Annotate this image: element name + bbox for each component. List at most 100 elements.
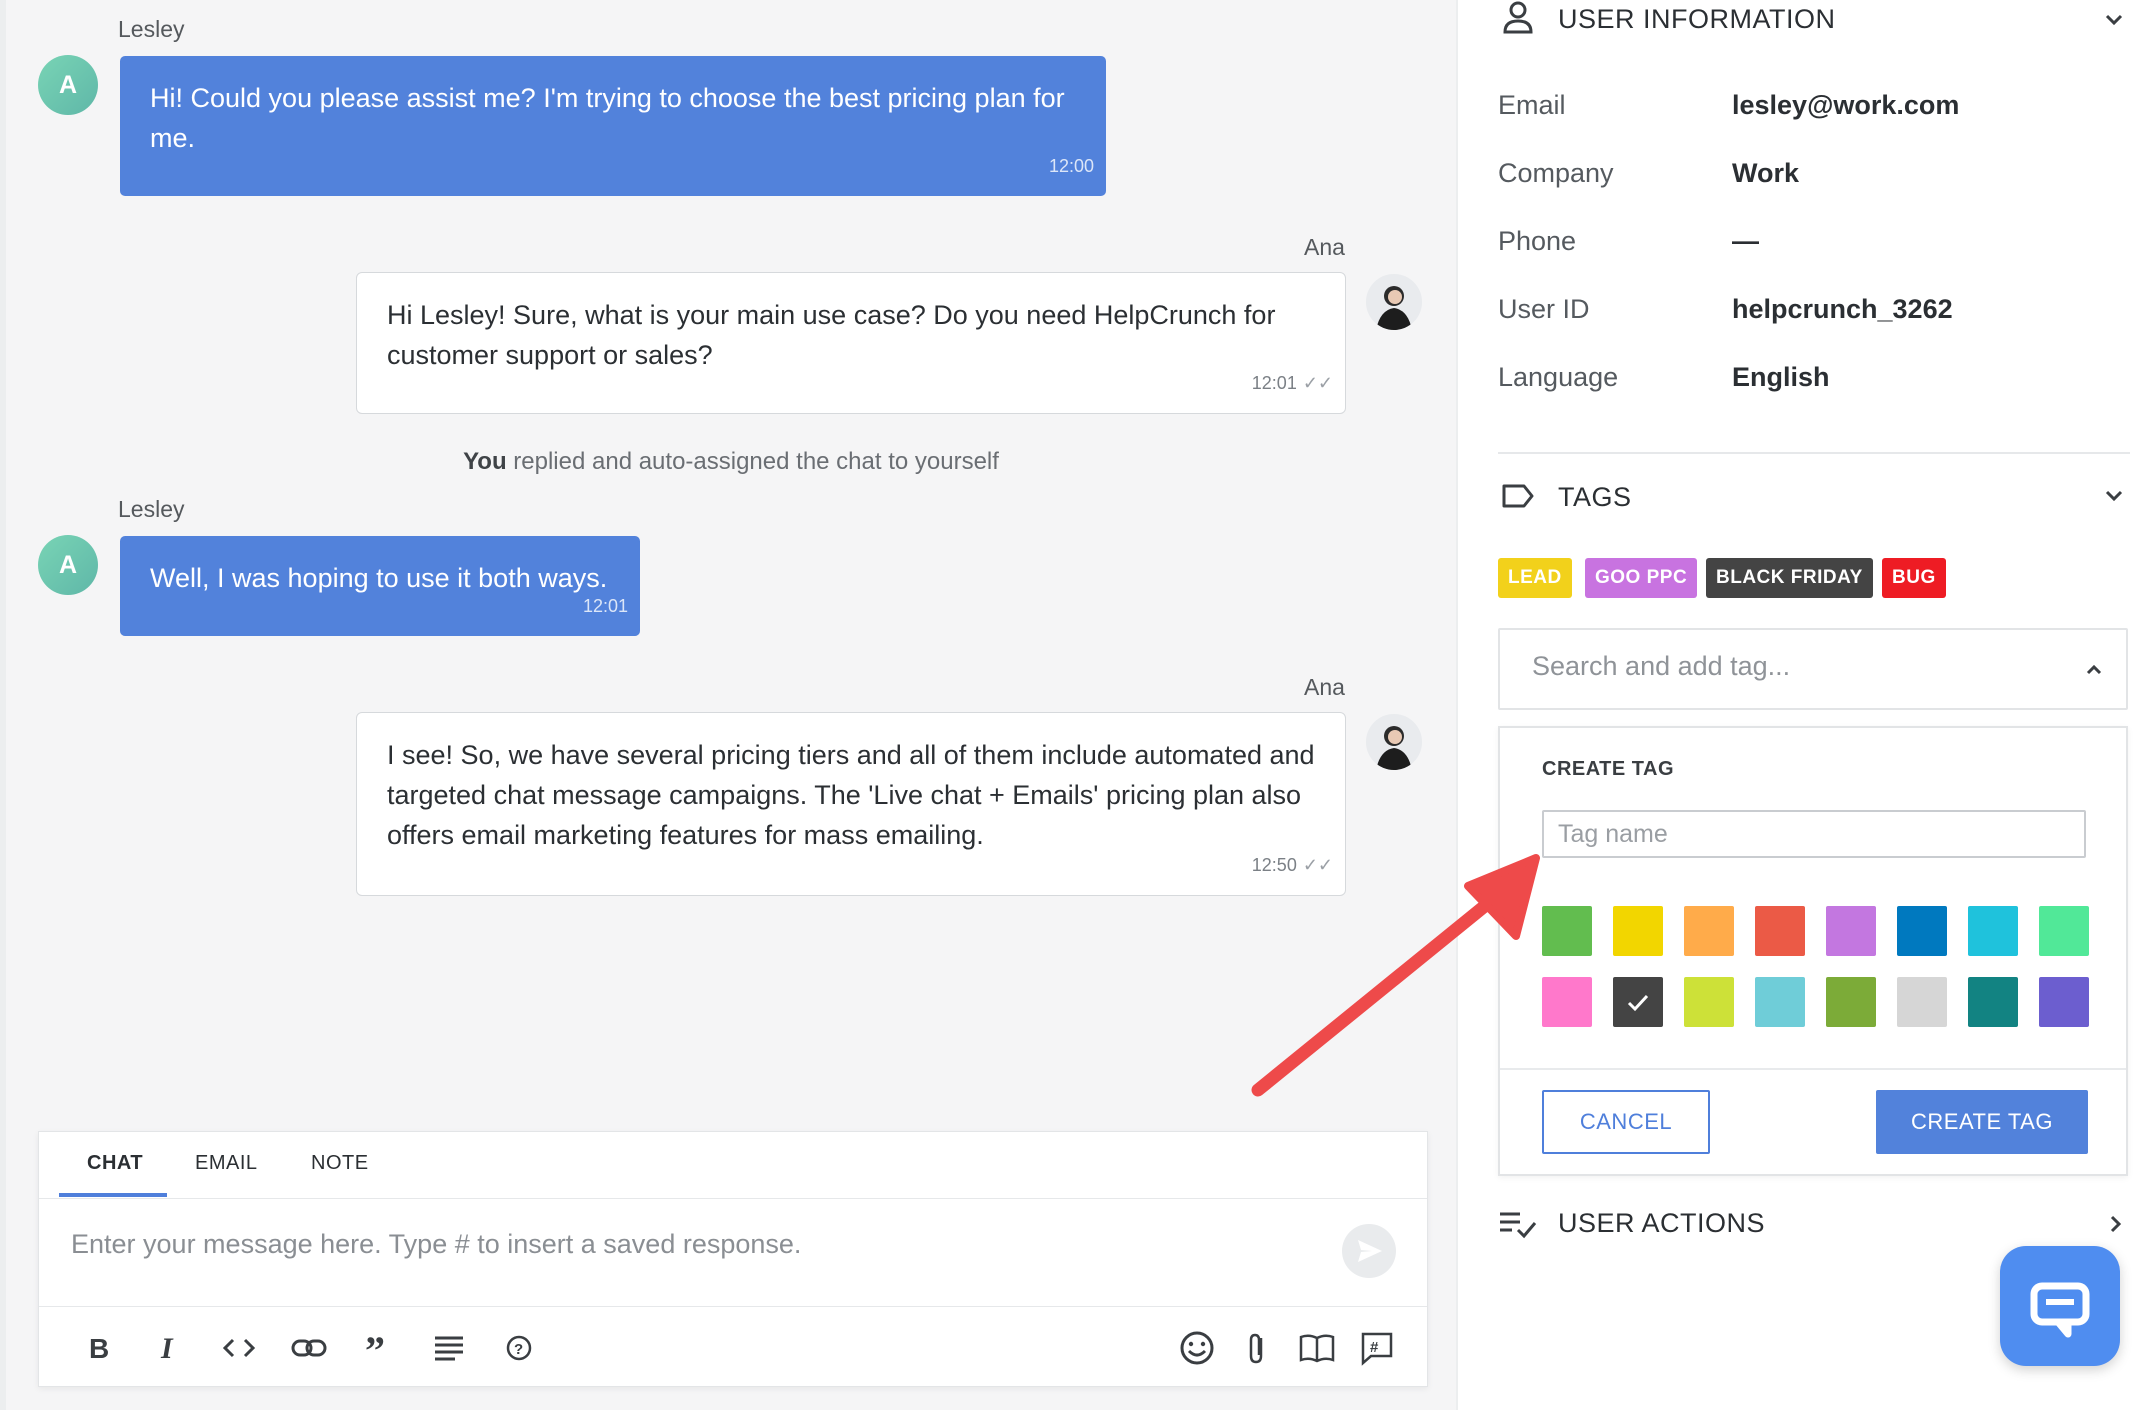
agent-photo-icon <box>1366 274 1422 330</box>
emoji-icon[interactable] <box>1177 1328 1217 1368</box>
system-message-actor: You <box>463 448 507 475</box>
language-value[interactable]: English <box>1732 362 1830 393</box>
user-id-value[interactable]: helpcrunch_3262 <box>1732 294 1953 325</box>
chevron-down-icon[interactable] <box>2100 6 2128 34</box>
active-tab-indicator <box>59 1193 167 1197</box>
divider <box>1500 1068 2126 1070</box>
message-time-wrap: 12:01 ✓✓ <box>1252 363 1333 403</box>
message-text: Hi! Could you please assist me? I'm tryi… <box>150 83 1065 153</box>
divider <box>39 1198 1427 1199</box>
color-swatch-lime[interactable] <box>2039 906 2089 956</box>
chat-widget-button[interactable] <box>2000 1246 2120 1366</box>
create-tag-panel: CREATE TAG CANCEL CREATE TAG <box>1498 726 2128 1176</box>
saved-response-icon[interactable]: # <box>1357 1328 1397 1368</box>
list-icon[interactable] <box>429 1328 469 1368</box>
send-button[interactable] <box>1342 1224 1396 1278</box>
color-swatch-sky[interactable] <box>1968 906 2018 956</box>
cancel-button[interactable]: CANCEL <box>1542 1090 1710 1154</box>
agent-avatar[interactable] <box>1366 714 1422 770</box>
tab-note[interactable]: NOTE <box>311 1152 369 1175</box>
help-icon[interactable]: ? <box>499 1328 539 1368</box>
color-swatch-olive[interactable] <box>1826 977 1876 1027</box>
system-message-text: replied and auto-assigned the chat to yo… <box>506 448 999 475</box>
svg-text:?: ? <box>514 1341 523 1358</box>
color-swatch-blue[interactable] <box>1897 906 1947 956</box>
create-tag-title: CREATE TAG <box>1542 758 1675 780</box>
tag-name-input[interactable] <box>1542 810 2086 858</box>
tab-email[interactable]: EMAIL <box>195 1152 258 1175</box>
svg-text:I: I <box>160 1332 174 1365</box>
message-input[interactable] <box>69 1228 1323 1261</box>
tab-chat[interactable]: CHAT <box>87 1152 143 1175</box>
bold-icon[interactable]: B <box>79 1328 119 1368</box>
chevron-right-icon[interactable] <box>2102 1210 2130 1238</box>
avatar[interactable]: A <box>38 55 98 115</box>
incoming-message: Well, I was hoping to use it both ways. … <box>120 536 640 636</box>
company-value[interactable]: Work <box>1732 158 1799 189</box>
tag-bug[interactable]: BUG <box>1882 558 1946 598</box>
message-time: 12:01 <box>1251 373 1297 393</box>
color-swatch-red[interactable] <box>1755 906 1805 956</box>
agent-photo-icon <box>1366 714 1422 770</box>
italic-icon[interactable]: I <box>149 1328 189 1368</box>
svg-text:#: # <box>1370 1339 1379 1356</box>
incoming-message: Hi! Could you please assist me? I'm tryi… <box>120 56 1106 196</box>
chevron-down-icon[interactable] <box>2100 482 2128 510</box>
message-time: 12:00 <box>1048 156 1094 176</box>
color-swatch-violet[interactable] <box>2039 977 2089 1027</box>
agent-avatar[interactable] <box>1366 274 1422 330</box>
outgoing-message: Hi Lesley! Sure, what is your main use c… <box>356 272 1346 414</box>
color-swatch-light-blue[interactable] <box>1755 977 1805 1027</box>
section-divider <box>1498 452 2130 454</box>
user-information-title[interactable]: USER INFORMATION <box>1558 4 1836 35</box>
tag-search-box[interactable] <box>1498 628 2128 710</box>
email-value[interactable]: lesley@work.com <box>1732 90 1959 121</box>
user-actions-title[interactable]: USER ACTIONS <box>1558 1208 1765 1239</box>
language-label: Language <box>1498 362 1619 392</box>
tag-black-friday[interactable]: BLACK FRIDAY <box>1706 558 1873 598</box>
attachment-icon[interactable] <box>1237 1328 1277 1368</box>
email-label: Email <box>1498 90 1566 120</box>
chevron-up-icon[interactable] <box>2082 658 2106 682</box>
system-message: You replied and auto-assigned the chat t… <box>356 448 1106 476</box>
link-icon[interactable] <box>289 1328 329 1368</box>
user-icon <box>1503 1 1533 34</box>
phone-value[interactable]: — <box>1732 226 1759 257</box>
create-tag-button[interactable]: CREATE TAG <box>1876 1090 2088 1154</box>
color-swatch-yellow-green[interactable] <box>1684 977 1734 1027</box>
tag-search-input[interactable] <box>1530 650 2054 683</box>
avatar[interactable]: A <box>38 535 98 595</box>
tag-lead[interactable]: LEAD <box>1498 558 1572 598</box>
color-swatch-dark-selected[interactable] <box>1613 977 1663 1027</box>
message-sender: Lesley <box>118 496 185 522</box>
phone-label: Phone <box>1498 226 1577 256</box>
code-icon[interactable] <box>219 1328 259 1368</box>
message-text: Well, I was hoping to use it both ways. <box>150 563 608 593</box>
color-swatch-purple[interactable] <box>1826 906 1876 956</box>
checklist-icon <box>1500 1212 1537 1239</box>
color-swatch-gray[interactable] <box>1897 977 1947 1027</box>
company-label: Company <box>1498 158 1614 188</box>
knowledge-base-icon[interactable] <box>1297 1328 1337 1368</box>
divider <box>39 1306 1427 1307</box>
message-sender: Lesley <box>118 16 185 42</box>
message-text: Hi Lesley! Sure, what is your main use c… <box>387 300 1276 370</box>
color-swatch-teal[interactable] <box>1968 977 2018 1027</box>
outgoing-message: I see! So, we have several pricing tiers… <box>356 712 1346 896</box>
chat-area: Lesley A Hi! Could you please assist me?… <box>0 0 1456 1410</box>
color-swatch-orange[interactable] <box>1684 906 1734 956</box>
svg-text:”: ” <box>365 1328 385 1368</box>
annotation-arrow <box>1251 854 1540 1097</box>
message-composer: CHAT EMAIL NOTE B I ” ? <box>38 1131 1428 1387</box>
color-swatch-yellow[interactable] <box>1613 906 1663 956</box>
chat-bubble-icon <box>2030 1282 2090 1338</box>
message-sender: Ana <box>1304 234 1345 260</box>
read-receipt-icon: ✓✓ <box>1302 373 1333 393</box>
quote-icon[interactable]: ” <box>359 1328 399 1373</box>
left-border <box>0 0 6 1410</box>
tag-goo-ppc[interactable]: GOO PPC <box>1585 558 1698 598</box>
message-time: 12:01 <box>582 596 628 616</box>
tags-title[interactable]: TAGS <box>1558 482 1632 513</box>
message-sender: Ana <box>1304 674 1345 700</box>
message-text: I see! So, we have several pricing tiers… <box>387 740 1315 850</box>
